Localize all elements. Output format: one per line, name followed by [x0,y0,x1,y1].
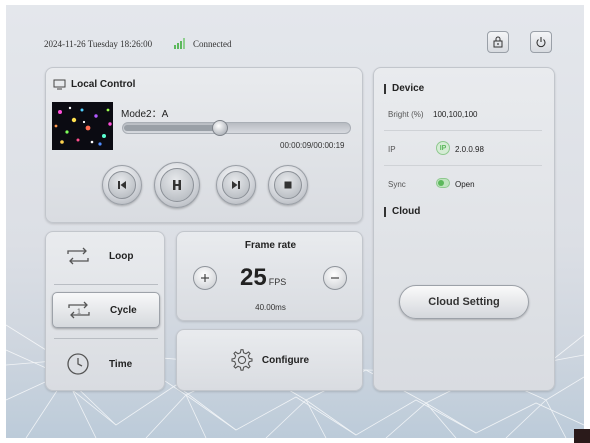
progress-slider[interactable] [122,122,351,134]
gear-icon [231,349,253,371]
frame-interval: 40.00ms [255,303,286,312]
local-control-title: Local Control [71,79,136,90]
frame-rate-panel: Frame rate 25 FPS 40.00ms [176,231,363,321]
svg-text:1: 1 [77,309,81,316]
skip-previous-icon [118,181,126,189]
video-thumbnail[interactable] [52,102,113,150]
pause-icon [173,180,181,190]
minus-icon [331,277,339,279]
time-mode-item[interactable]: Time [52,346,160,382]
app-screen: 2024-11-26 Tuesday 18:26:00 Connected Lo… [6,5,584,438]
stop-icon [284,181,292,189]
loop-label: Loop [109,250,134,262]
fps-value: 25 [240,264,267,291]
time-label: Time [109,358,133,370]
sync-toggle[interactable] [436,178,450,188]
power-icon [536,37,546,48]
progress-handle[interactable] [212,120,228,136]
skip-next-icon [232,181,240,189]
device-panel: Device Bright (%) 100,100,100 IP IP 2.0.… [373,67,555,391]
toggle-knob [438,180,444,186]
datetime-text: 2024-11-26 Tuesday 18:26:00 [44,39,153,49]
lock-button[interactable] [487,31,509,53]
divider [54,284,158,285]
divider [384,165,542,166]
loop-icon [67,247,89,265]
fps-display: 25 FPS [240,264,286,292]
frame-rate-title: Frame rate [244,240,297,251]
cycle-icon: 1 [68,301,90,319]
previous-button[interactable] [102,165,142,205]
cloud-setting-label: Cloud Setting [428,296,500,308]
progress-fill [124,125,221,131]
cloud-title: Cloud [384,207,420,217]
play-mode-panel: Loop 1 Cycle Time [45,231,165,391]
pause-button[interactable] [154,162,200,208]
power-button[interactable] [530,31,552,53]
cloud-setting-button[interactable]: Cloud Setting [399,285,529,319]
cycle-mode-item[interactable]: 1 Cycle [52,292,160,328]
playback-time: 00:00:09/00:00:19 [280,141,345,150]
signal-icon [173,36,187,50]
device-title: Device [384,84,424,94]
configure-button[interactable]: Configure [176,329,363,391]
plus-icon [201,274,209,282]
local-control-panel: Local Control Mode2：A 00:00:09/00:00:19 [45,67,363,223]
divider [54,338,158,339]
cycle-label: Cycle [110,304,137,316]
sync-value: Open [455,180,475,189]
connection-status: Connected [193,39,232,49]
next-button[interactable] [216,165,256,205]
increase-fps-button[interactable] [193,266,217,290]
clock-icon [67,353,89,375]
decrease-fps-button[interactable] [323,266,347,290]
bright-value: 100,100,100 [433,110,478,119]
configure-label: Configure [261,354,310,366]
stop-button[interactable] [268,165,308,205]
ip-status-icon: IP [436,141,450,155]
local-control-header: Local Control [53,79,135,90]
corner-indicator [574,429,590,443]
ip-value: 2.0.0.98 [455,145,484,154]
lock-icon [493,36,503,48]
mode-label: Mode2：A [121,109,169,120]
loop-mode-item[interactable]: Loop [52,238,160,274]
divider [384,130,542,131]
monitor-icon [53,79,66,90]
fps-unit: FPS [268,277,287,287]
